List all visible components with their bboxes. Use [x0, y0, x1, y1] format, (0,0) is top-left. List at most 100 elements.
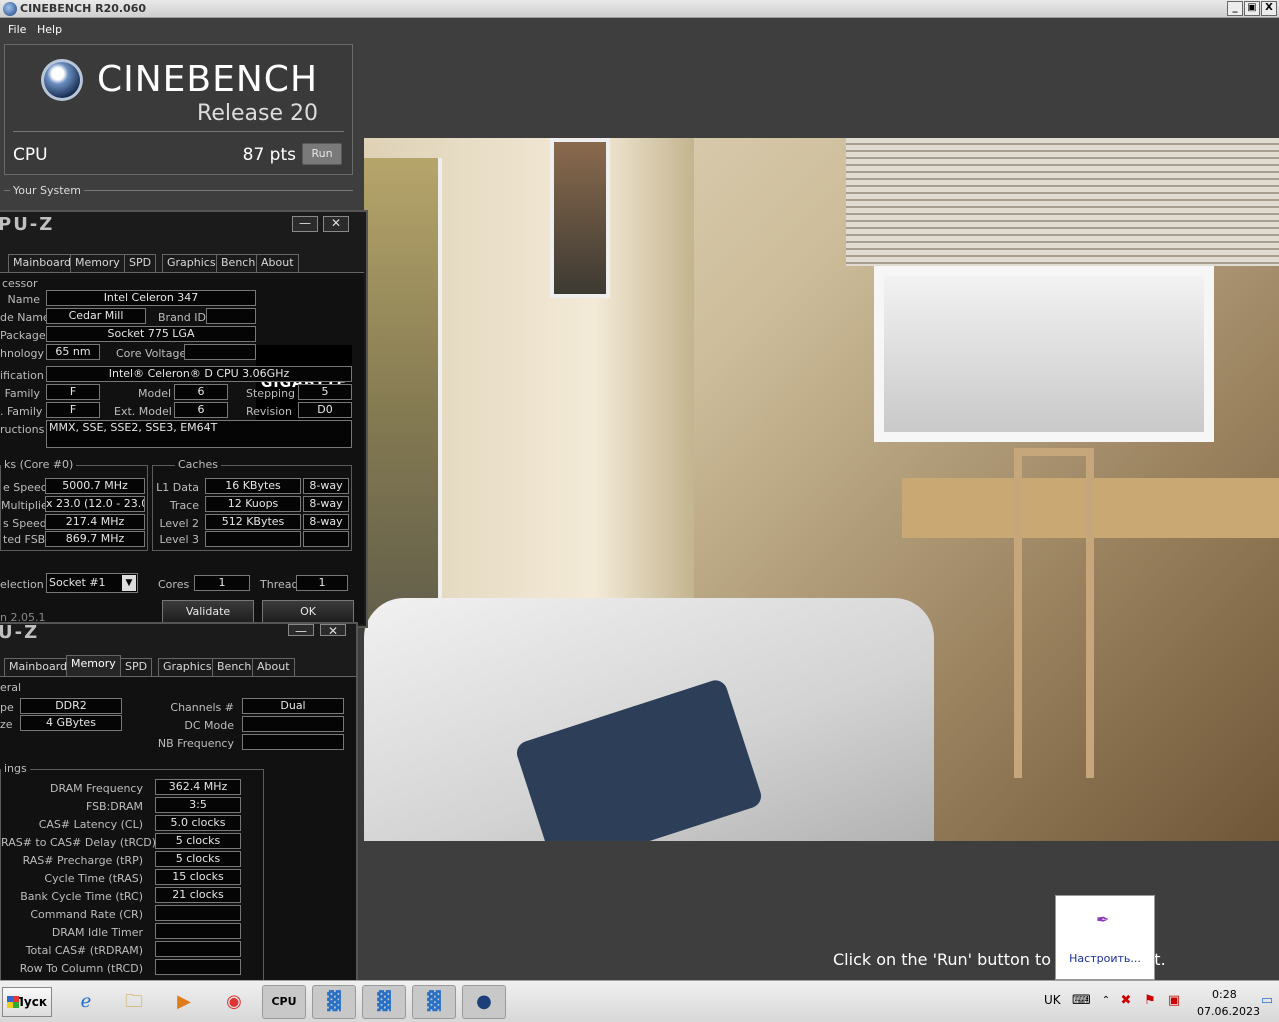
multiplier-field: x 23.0 (12.0 - 23.0) — [45, 496, 145, 512]
notification-text[interactable]: Настроить... — [1056, 952, 1154, 965]
menu-file[interactable]: File — [8, 23, 26, 36]
show-desktop-icon[interactable]: ▭ — [1259, 993, 1275, 1009]
cache-size-field: 12 Kuops — [205, 496, 301, 512]
menu-help[interactable]: Help — [37, 23, 62, 36]
rated-fsb-field: 869.7 MHz — [45, 531, 145, 547]
tab-about[interactable]: About — [252, 658, 295, 676]
ext-family-field: F — [46, 402, 100, 418]
cpuz-close-button[interactable]: ✕ — [323, 216, 349, 232]
timings-group: ings DRAM Frequency 362.4 MHz FSB:DRAM 3… — [0, 762, 264, 981]
language-indicator[interactable]: UK — [1044, 993, 1061, 1007]
tab-mainboard[interactable]: Mainboard — [8, 254, 77, 272]
notification-popup[interactable]: ✒ Настроить... — [1055, 895, 1155, 980]
rated-fsb-label: ted FSB — [3, 533, 46, 546]
timing-label: Command Rate (CR) — [30, 908, 143, 921]
cinebench-score-panel: CINEBENCH Release 20 CPU 87 pts Run — [4, 44, 353, 175]
timing-value: 5 clocks — [155, 851, 241, 867]
cpuz-icon-1[interactable]: ▓ — [312, 985, 356, 1019]
tab-mainboard[interactable]: Mainboard — [4, 658, 73, 676]
window-title: CINEBENCH R20.060 — [20, 2, 147, 15]
close-button[interactable]: X — [1261, 1, 1277, 16]
instructions-field: MMX, SSE, SSE2, SSE3, EM64T — [46, 420, 352, 448]
cpuz-icon-3[interactable]: ▓ — [412, 985, 456, 1019]
timing-label: Total CAS# (tRDRAM) — [25, 944, 143, 957]
restore-button[interactable]: ▣ — [1244, 1, 1260, 16]
cache-assoc-field: 8-way — [303, 496, 349, 512]
cache-assoc-field — [303, 531, 349, 547]
cinebench-icon[interactable]: ● — [462, 985, 506, 1019]
package-field: Socket 775 LGA — [46, 326, 256, 342]
chrome-icon[interactable]: ◉ — [212, 985, 256, 1019]
cache-assoc-field: 8-way — [303, 478, 349, 494]
ext-family-label: . Family — [0, 405, 43, 418]
explorer-icon[interactable]: 🗀 — [112, 985, 156, 1019]
taskbar: Пуск ℯ 🗀 ▶ ◉ CPU ▓ ▓ ▓ ● UK ⌨ ⌃ ✖ ⚑ ▣ 0:… — [0, 980, 1279, 1022]
clock-date[interactable]: 07.06.2023 — [1197, 1005, 1260, 1018]
media-player-icon[interactable]: ▶ — [162, 985, 206, 1019]
cinebench-brand: CINEBENCH — [97, 59, 319, 100]
cpuz-minimize-button[interactable]: — — [288, 624, 314, 638]
tab-spd[interactable]: SPD — [120, 658, 153, 676]
package-label: Package — [0, 329, 46, 342]
tab-bench[interactable]: Bench — [216, 254, 261, 272]
chevron-down-icon[interactable]: ▼ — [122, 575, 136, 591]
cache-label: Level 3 — [159, 533, 199, 546]
ie-icon[interactable]: ℯ — [64, 985, 108, 1019]
minimize-button[interactable]: _ — [1227, 1, 1243, 16]
channels-field: Dual — [242, 698, 344, 714]
volume-muted-icon[interactable]: ✖ — [1118, 993, 1134, 1009]
cache-label: Trace — [169, 499, 199, 512]
run-button[interactable]: Run — [302, 143, 342, 165]
cpuz-minimize-button[interactable]: — — [292, 216, 318, 232]
tab-memory[interactable]: Memory — [66, 655, 121, 676]
mem-type-label: pe — [0, 701, 14, 714]
codename-field: Cedar Mill — [46, 308, 146, 324]
tab-graphics[interactable]: Graphics — [162, 254, 221, 272]
flag-alert-icon[interactable]: ⚑ — [1142, 993, 1158, 1009]
tab-about[interactable]: About — [256, 254, 299, 272]
core-voltage-field — [184, 344, 256, 360]
cinebench-logo-icon — [41, 59, 83, 101]
window-titlebar[interactable]: CINEBENCH R20.060 _ ▣ X — [0, 0, 1279, 18]
render-window — [874, 266, 1214, 442]
keyboard-icon[interactable]: ⌨ — [1072, 993, 1091, 1009]
model-label: Model — [138, 387, 172, 400]
chevron-up-icon[interactable]: ⌃ — [1098, 993, 1114, 1009]
brand-id-label: Brand ID — [158, 311, 206, 324]
cpuz-memory-window: U-Z — ✕ Mainboard Memory SPD Graphics Be… — [0, 622, 358, 981]
caches-title: Caches — [175, 458, 221, 471]
stepping-field: 5 — [298, 384, 352, 400]
timing-value — [155, 923, 241, 939]
timing-value — [155, 905, 241, 921]
tab-graphics[interactable]: Graphics — [158, 658, 217, 676]
ok-button[interactable]: OK — [262, 600, 354, 624]
family-label: Family — [4, 387, 40, 400]
network-alert-icon[interactable]: ▣ — [1166, 993, 1182, 1009]
nb-frequency-label: NB Frequency — [157, 737, 234, 750]
panel-divider — [13, 131, 344, 132]
core-voltage-label: Core Voltage — [116, 347, 187, 360]
cpuz-icon-2[interactable]: ▓ — [362, 985, 406, 1019]
core-speed-label: e Speed — [3, 481, 48, 494]
start-button[interactable]: Пуск — [2, 987, 52, 1017]
tab-spd[interactable]: SPD — [124, 254, 157, 272]
timing-label: RAS# Precharge (tRP) — [22, 854, 143, 867]
general-section-label: eral — [0, 681, 22, 694]
render-chair — [1014, 448, 1094, 778]
cpuz-memory-content: eral pe DDR2 ze 4 GBytes Channels # Dual… — [0, 676, 356, 981]
stepping-label: Stepping — [246, 387, 296, 400]
tab-bench[interactable]: Bench — [212, 658, 257, 676]
cache-assoc-field: 8-way — [303, 514, 349, 530]
render-window-blind — [846, 138, 1279, 266]
cpuz-close-button[interactable]: ✕ — [320, 624, 346, 638]
tab-memory[interactable]: Memory — [70, 254, 125, 272]
validate-button[interactable]: Validate — [162, 600, 254, 624]
clocks-title: ks (Core #0) — [1, 458, 77, 471]
revision-field: D0 — [298, 402, 352, 418]
bus-speed-label: s Speed — [3, 517, 47, 530]
timing-label: FSB:DRAM — [85, 800, 143, 813]
getcpuz-icon[interactable]: CPU — [262, 985, 306, 1019]
clock-time[interactable]: 0:28 — [1212, 988, 1237, 1001]
technology-field: 65 nm — [46, 344, 100, 360]
cache-label: L1 Data — [156, 481, 199, 494]
